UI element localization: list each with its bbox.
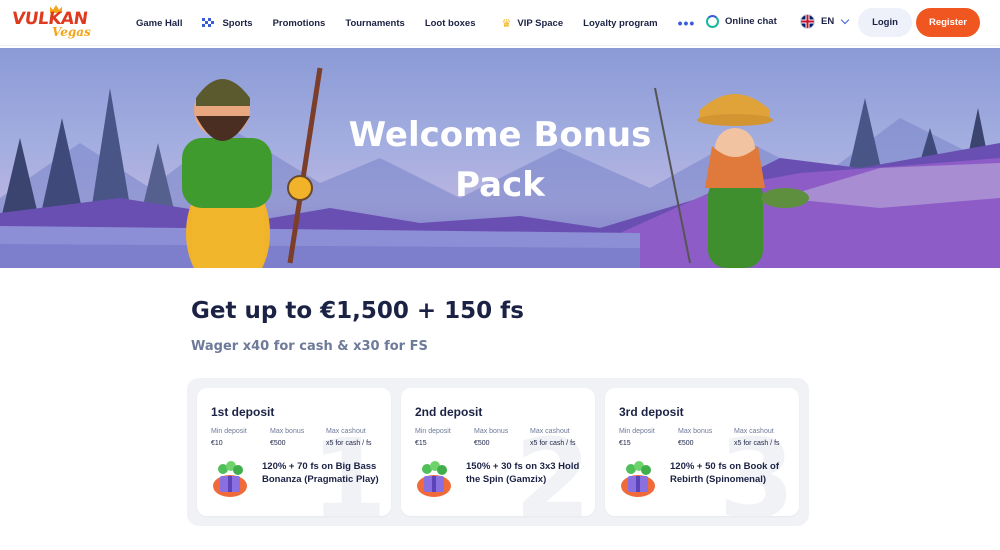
nav-tournaments-label: Tournaments [345,17,405,29]
language-label: EN [821,16,835,27]
gift-box-icon [213,461,247,497]
chevron-down-icon [840,15,850,25]
deposit-card-offer: 120% + 70 fs on Big Bass Bonanza (Pragma… [262,461,379,485]
nav-vip-space[interactable]: ♛ VIP Space [501,17,563,30]
vulkan-vegas-logo[interactable]: VULKAN Vegas [11,5,91,41]
nav-game-hall[interactable]: Game Hall [136,18,182,29]
crown-icon: ♛ [501,17,512,30]
nav-vip-space-label: VIP Space [517,17,564,29]
bonus-headline: Get up to €1,500 + 150 fs [191,298,524,324]
min-deposit-field: Min deposit €10 [211,428,247,447]
min-deposit-label: Min deposit [211,428,247,435]
max-cashout-value: x5 for cash / fs [326,440,372,447]
language-selector[interactable]: EN [800,14,850,29]
max-cashout-value: x5 for cash / fs [734,440,780,447]
nav-loyalty-program[interactable]: Loyalty program [583,18,657,29]
max-bonus-label: Max bonus [678,428,713,435]
gift-box-icon [417,461,451,497]
nav-loyalty-program-label: Loyalty program [583,17,658,29]
hero-banner: Welcome Bonus Pack [0,48,1000,268]
deposit-card-2[interactable]: 2 2nd deposit Min deposit €15 Max bonus … [401,388,595,516]
nav-promotions[interactable]: Promotions [273,18,326,29]
min-deposit-value: €10 [211,440,223,447]
max-bonus-label: Max bonus [474,428,509,435]
max-cashout-field: Max cashout x5 for cash / fs [734,428,780,447]
deposit-card-title: 1st deposit [211,405,275,419]
max-cashout-value: x5 for cash / fs [530,440,576,447]
min-deposit-value: €15 [415,440,427,447]
max-bonus-value: €500 [474,440,490,447]
checkered-icon [202,18,216,28]
top-header: VULKAN Vegas Game Hall Sports Promotions… [0,0,1000,46]
online-chat-label: Online chat [725,16,777,27]
max-cashout-label: Max cashout [326,428,366,435]
nav-game-hall-label: Game Hall [136,17,183,29]
main-nav: Game Hall Sports Promotions Tournaments … [136,0,715,46]
register-button[interactable]: Register [916,8,980,37]
deposit-card-title: 2nd deposit [415,405,483,419]
nav-loot-boxes-label: Loot boxes [424,17,476,29]
login-button[interactable]: Login [858,8,912,37]
bonus-wager-terms: Wager x40 for cash & x30 for FS [191,339,428,354]
max-bonus-value: €500 [678,440,694,447]
max-cashout-field: Max cashout x5 for cash / fs [326,428,372,447]
min-deposit-field: Min deposit €15 [619,428,655,447]
online-chat-link[interactable]: Online chat [706,15,777,28]
min-deposit-field: Min deposit €15 [415,428,451,447]
nav-sports[interactable]: Sports [202,17,253,29]
deposit-card-3[interactable]: 3 3rd deposit Min deposit €15 Max bonus … [605,388,799,516]
max-bonus-field: Max bonus €500 [678,428,712,447]
nav-tournaments[interactable]: Tournaments [345,18,404,29]
max-cashout-field: Max cashout x5 for cash / fs [530,428,576,447]
deposit-card-1[interactable]: 1 1st deposit Min deposit €10 Max bonus … [197,388,391,516]
headset-icon [706,15,719,28]
max-cashout-label: Max cashout [734,428,774,435]
max-cashout-label: Max cashout [530,428,570,435]
uk-flag-icon [800,14,815,29]
max-bonus-field: Max bonus €500 [270,428,304,447]
min-deposit-value: €15 [619,440,631,447]
deposit-card-title: 3rd deposit [619,405,684,419]
nav-sports-label: Sports [222,17,253,29]
min-deposit-label: Min deposit [619,428,655,435]
deposit-card-offer: 150% + 30 fs on 3x3 Hold the Spin (Gamzi… [466,461,580,485]
deposit-card-offer: 120% + 50 fs on Book of Rebirth (Spinome… [670,461,780,485]
nav-loot-boxes[interactable]: Loot boxes [425,18,476,29]
max-bonus-field: Max bonus €500 [474,428,508,447]
logo-text-sub: Vegas [52,25,91,39]
gift-box-icon [621,461,655,497]
max-bonus-label: Max bonus [270,428,305,435]
min-deposit-label: Min deposit [415,428,451,435]
more-dots-icon[interactable]: ••• [678,15,696,31]
nav-promotions-label: Promotions [272,17,326,29]
hero-title: Welcome Bonus Pack [348,115,652,205]
max-bonus-value: €500 [270,440,286,447]
